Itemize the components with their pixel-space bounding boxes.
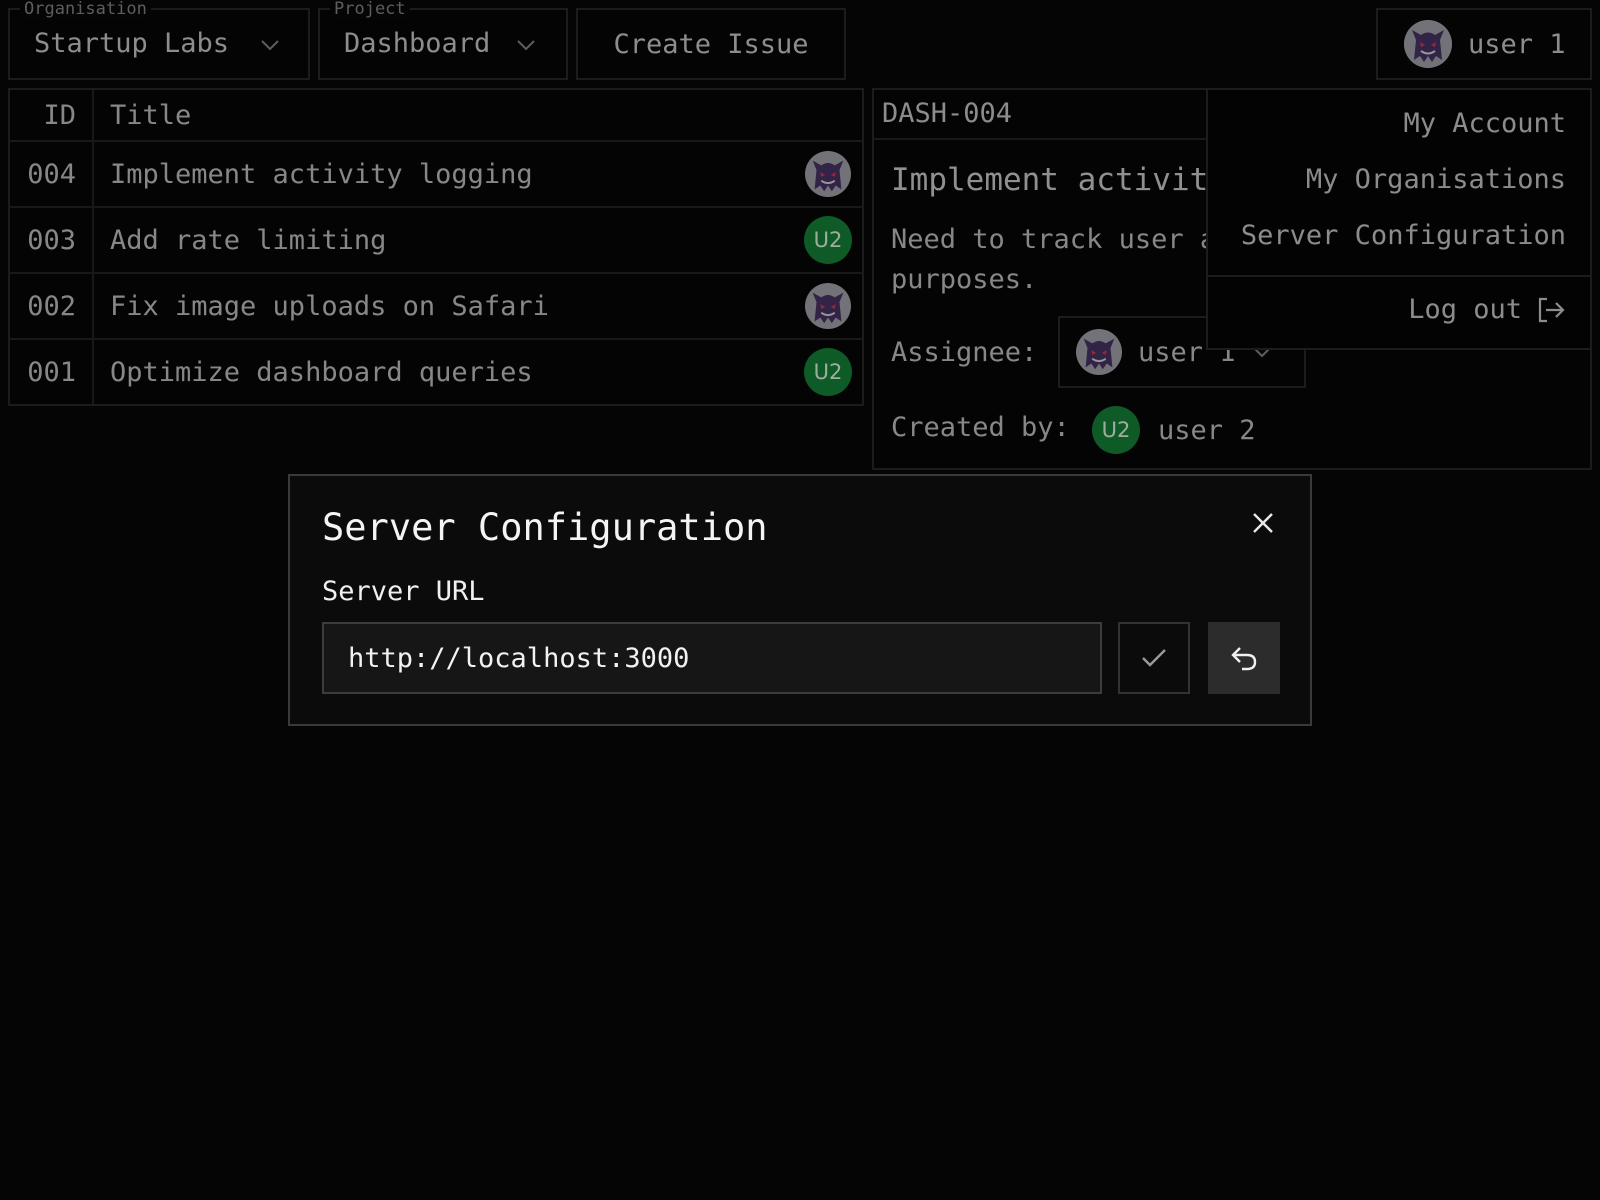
modal-title: Server Configuration	[322, 506, 768, 549]
check-icon	[1142, 649, 1166, 667]
reset-button[interactable]	[1208, 622, 1280, 694]
close-icon[interactable]	[1250, 510, 1276, 536]
undo-icon	[1231, 647, 1257, 671]
server-config-modal: Server Configuration Server URL	[288, 474, 1312, 726]
confirm-button[interactable]	[1118, 622, 1190, 694]
app-page: Organisation Startup Labs Project Dashbo…	[0, 0, 1600, 1200]
server-url-input[interactable]	[322, 622, 1102, 694]
server-url-label: Server URL	[322, 576, 485, 607]
